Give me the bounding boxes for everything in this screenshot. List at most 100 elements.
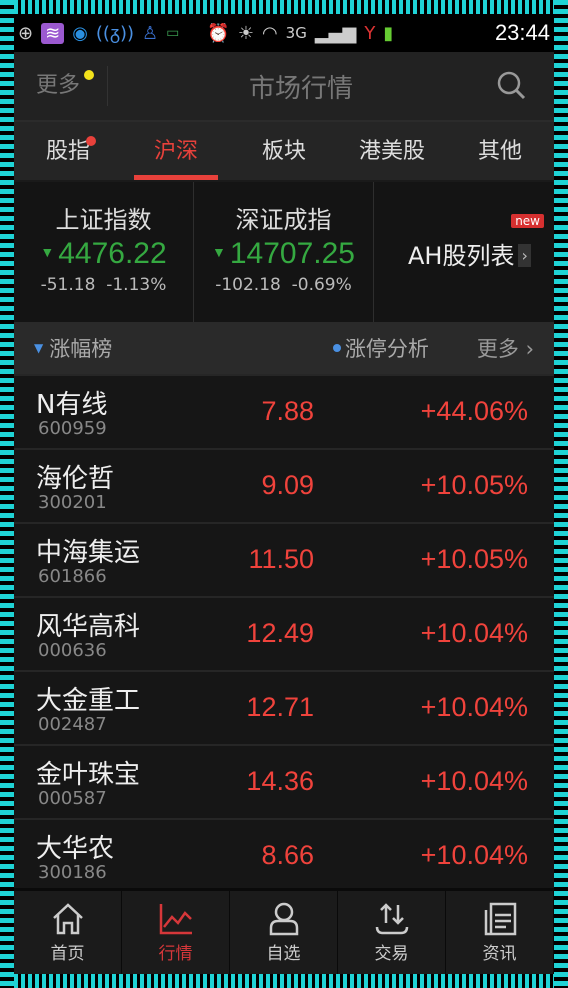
more-label: 更多: [36, 73, 81, 98]
index-shanghai[interactable]: 上证指数 ▼ 4476.22 -51.18 -1.13%: [14, 182, 194, 322]
stock-row[interactable]: 海伦哲 300201 9.09 +10.05%: [14, 448, 554, 522]
stock-row[interactable]: N有线 600959 7.88 +44.06%: [14, 374, 554, 448]
clock: 23:44: [494, 20, 550, 45]
app-icon: ≋: [41, 22, 65, 44]
index-change: -51.18 -1.13%: [14, 275, 193, 295]
nav-market[interactable]: 行情: [122, 891, 230, 974]
chart-icon: [159, 904, 192, 935]
market-tabs: 股指 沪深 板块 港美股 其他: [14, 122, 554, 182]
stock-change-percent: +10.04%: [420, 692, 528, 722]
index-name: 深证成指: [235, 206, 332, 234]
nav-label: 资讯: [482, 944, 517, 964]
stock-code: 300201: [38, 492, 107, 513]
percent: -0.69%: [291, 275, 352, 295]
more-button[interactable]: 更多: [14, 66, 108, 106]
app: ⊕ ≋ ◉ ((ᵹ)) ♙ ▭ ⏰ ☀ ◠ 3G ▂▄▆ Y ▮ 23:44 更…: [14, 14, 554, 974]
list-header: ▼ 涨幅榜 涨停分析 更多 ›: [14, 322, 554, 374]
stock-name: 大华农: [36, 834, 115, 864]
news-icon: [484, 902, 516, 936]
stock-price: 12.71: [246, 692, 314, 722]
index-panel: 上证指数 ▼ 4476.22 -51.18 -1.13% 深证成指 ▼ 14707.…: [14, 182, 554, 322]
stock-row[interactable]: 大金重工 002487 12.71 +10.04%: [14, 670, 554, 744]
wifi-icon: ◠: [261, 22, 278, 44]
dot-icon: [332, 344, 341, 352]
nav-label: 交易: [374, 944, 409, 964]
badge-dot: [86, 136, 96, 146]
index-value-text: 4476.22: [58, 237, 167, 270]
stock-change-percent: +10.05%: [420, 470, 528, 500]
signal-app-icon: ((ᵹ)): [95, 22, 135, 44]
nav-news[interactable]: 资讯: [446, 891, 554, 974]
down-arrow-icon: ▼: [212, 244, 226, 260]
ah-label: AH股列表: [408, 242, 515, 270]
frame-bottom: [0, 974, 568, 988]
notification-dot: [84, 70, 94, 80]
stock-price: 11.50: [248, 544, 314, 574]
stock-price: 9.09: [261, 470, 314, 500]
ah-list-button[interactable]: new AH股列表 ›: [374, 182, 554, 322]
notification-icon: ⊕: [18, 22, 34, 44]
index-change: -102.18 -0.69%: [194, 275, 373, 295]
down-arrow-icon: ▼: [40, 244, 55, 260]
stock-row[interactable]: 中海集运 601866 11.50 +10.05%: [14, 522, 554, 596]
alarm-icon: ⏰: [207, 22, 230, 44]
search-icon[interactable]: [496, 70, 526, 100]
stock-change-percent: +10.04%: [420, 766, 528, 796]
message-icon: ▭: [166, 25, 180, 41]
qq-icon: ♙: [142, 22, 159, 44]
network-icon: 3G: [285, 24, 307, 42]
stock-name: N有线: [36, 390, 108, 420]
header: 更多 市场行情: [14, 52, 554, 122]
frame-right: [554, 0, 568, 988]
stock-row[interactable]: 大华农 300186 8.66 +10.04%: [14, 818, 554, 892]
signal-icon: ▂▄▆: [314, 22, 357, 44]
stock-row[interactable]: 金叶珠宝 000587 14.36 +10.04%: [14, 744, 554, 818]
stock-name: 海伦哲: [36, 464, 115, 494]
limit-up-analysis-link[interactable]: 涨停分析: [332, 333, 429, 363]
page-title: 市场行情: [248, 73, 353, 104]
nav-home[interactable]: 首页: [14, 891, 122, 974]
stock-name: 金叶珠宝: [36, 760, 141, 790]
stock-row[interactable]: 风华高科 000636 12.49 +10.04%: [14, 596, 554, 670]
tab-indices[interactable]: 股指: [14, 122, 122, 180]
bottom-nav: 首页 行情 自选 交易 资讯: [14, 888, 554, 974]
stock-name: 中海集运: [36, 538, 141, 568]
index-shenzhen[interactable]: 深证成指 ▼ 14707.25 -102.18 -0.69%: [194, 182, 374, 322]
stock-code: 000587: [38, 788, 107, 809]
analysis-label: 涨停分析: [344, 337, 429, 361]
dropdown-icon[interactable]: ▼: [34, 341, 43, 355]
more-link[interactable]: 更多 ›: [477, 333, 534, 363]
stock-code: 600959: [38, 418, 107, 439]
new-badge: new: [511, 214, 544, 228]
frame-top: [0, 0, 568, 14]
stock-list: N有线 600959 7.88 +44.06% 海伦哲 300201 9.09 +10.05%…: [14, 374, 554, 892]
stock-change-percent: +10.04%: [420, 618, 528, 648]
ranking-title[interactable]: 涨幅榜: [49, 333, 112, 363]
no-sim-icon: Y: [364, 22, 376, 44]
index-value-text: 14707.25: [229, 237, 355, 270]
change: -102.18: [215, 275, 281, 295]
index-value: ▼ 14707.25: [194, 237, 373, 271]
stock-code: 601866: [38, 566, 107, 587]
chevron-right-icon: ›: [518, 244, 531, 267]
nav-label: 行情: [158, 944, 193, 964]
weather-icon: ☀: [237, 22, 254, 44]
percent: -1.13%: [106, 275, 167, 295]
stock-name: 大金重工: [36, 686, 141, 716]
stock-change-percent: +10.04%: [420, 840, 528, 870]
index-value: ▼ 4476.22: [14, 237, 193, 271]
tab-other[interactable]: 其他: [446, 122, 554, 180]
stock-price: 8.66: [261, 840, 314, 870]
stock-price: 7.88: [261, 396, 314, 426]
stock-name: 风华高科: [36, 612, 141, 642]
tab-shanghai-shenzhen[interactable]: 沪深: [122, 122, 230, 180]
nav-watchlist[interactable]: 自选: [230, 891, 338, 974]
stock-change-percent: +44.06%: [420, 396, 528, 426]
frame-left: [0, 0, 14, 988]
nav-trade[interactable]: 交易: [338, 891, 446, 974]
transfer-icon: [375, 903, 408, 935]
tab-hk-us[interactable]: 港美股: [338, 122, 446, 180]
stock-code: 300186: [38, 862, 107, 883]
tab-sectors[interactable]: 板块: [230, 122, 338, 180]
nav-label: 首页: [50, 944, 85, 964]
